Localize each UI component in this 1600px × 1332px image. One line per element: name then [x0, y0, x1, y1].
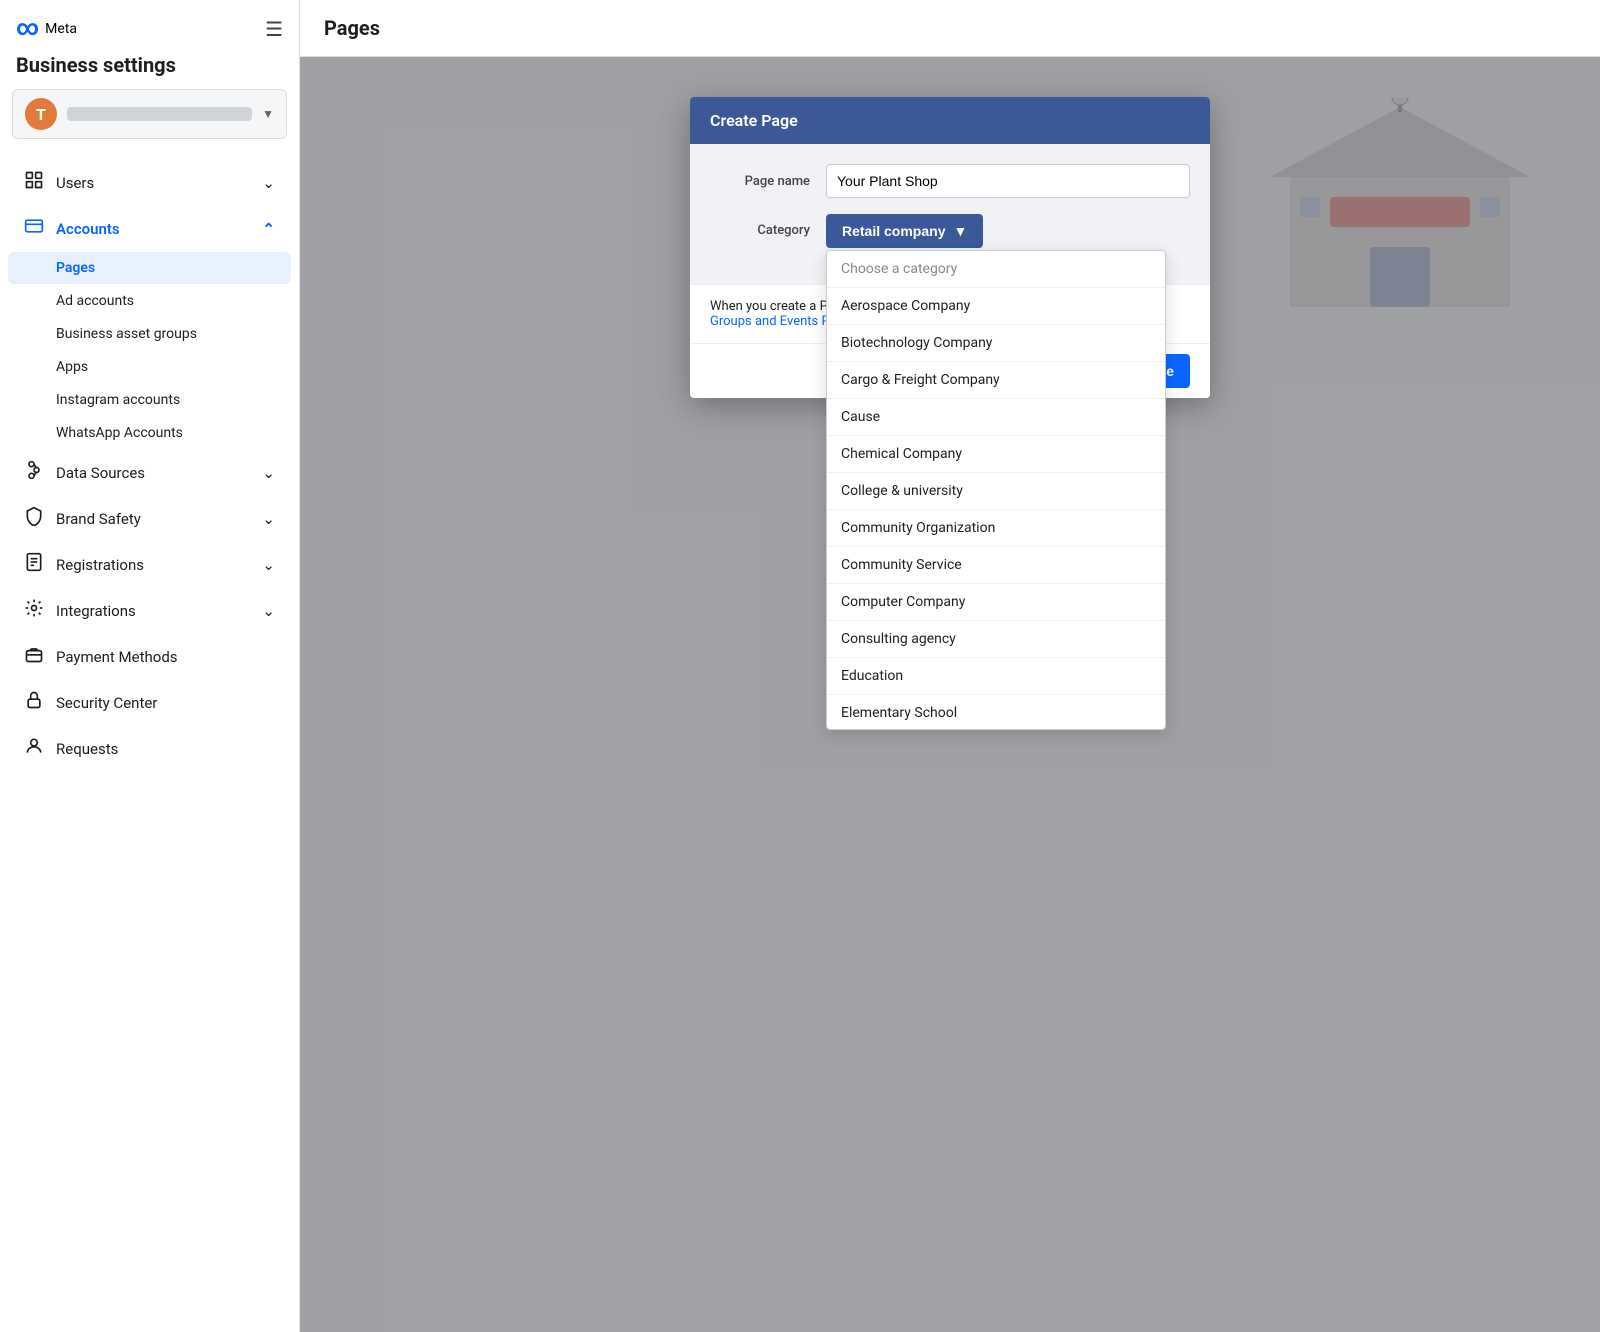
category-row: Category Retail company ▼ Choose a categ… — [710, 214, 1190, 248]
security-center-icon — [24, 690, 44, 715]
registrations-icon — [24, 552, 44, 577]
selected-category-text: Retail company — [842, 223, 945, 239]
brand-safety-icon — [24, 506, 44, 531]
registrations-chevron-icon: ⌄ — [262, 556, 275, 574]
sidebar-item-registrations-label: Registrations — [56, 556, 144, 574]
create-page-modal: Create Page Page name Category Reta — [690, 97, 1210, 398]
main-header: Pages — [300, 0, 1600, 57]
sidebar-item-brand-safety-label: Brand Safety — [56, 510, 141, 528]
sidebar-item-data-sources[interactable]: Data Sources ⌄ — [8, 450, 291, 495]
category-dropdown-list: Choose a category Aerospace Company Biot… — [826, 250, 1166, 730]
business-name — [67, 107, 252, 121]
dropdown-item-community-org[interactable]: Community Organization — [827, 510, 1165, 547]
dropdown-item-consulting[interactable]: Consulting agency — [827, 621, 1165, 658]
requests-icon — [24, 736, 44, 761]
page-name-row: Page name — [710, 164, 1190, 198]
users-chevron-icon: ⌄ — [262, 174, 275, 192]
business-selector[interactable]: T ▼ — [12, 89, 287, 139]
dropdown-item-choose[interactable]: Choose a category — [827, 251, 1165, 288]
sidebar-item-users[interactable]: Users ⌄ — [8, 160, 291, 205]
modal-overlay: Create Page Page name Category Reta — [300, 57, 1600, 1332]
dropdown-item-chemical[interactable]: Chemical Company — [827, 436, 1165, 473]
meta-logo: ∞ Meta — [16, 16, 77, 41]
main-content: Create Page Page name Category Reta — [300, 57, 1600, 1332]
modal-title: Create Page — [710, 111, 798, 130]
data-sources-icon — [24, 460, 44, 485]
modal-header: Create Page — [690, 97, 1210, 144]
dropdown-item-biotech[interactable]: Biotechnology Company — [827, 325, 1165, 362]
dropdown-item-college[interactable]: College & university — [827, 473, 1165, 510]
payment-methods-icon — [24, 644, 44, 669]
category-dropdown-container: Retail company ▼ Choose a category Aeros… — [826, 214, 1190, 248]
modal-body: Page name Category Retail company ▼ — [690, 144, 1210, 284]
sidebar-item-registrations[interactable]: Registrations ⌄ — [8, 542, 291, 587]
sidebar-item-payment-methods[interactable]: Payment Methods — [8, 634, 291, 679]
sidebar-subitem-instagram-accounts[interactable]: Instagram accounts — [8, 384, 291, 416]
category-label: Category — [710, 214, 810, 238]
page-name-input[interactable] — [826, 164, 1190, 198]
sidebar-item-requests-label: Requests — [56, 740, 118, 758]
sidebar-item-accounts-label: Accounts — [56, 220, 120, 238]
dropdown-item-cause[interactable]: Cause — [827, 399, 1165, 436]
sidebar-subitem-whatsapp-accounts[interactable]: WhatsApp Accounts — [8, 417, 291, 449]
dropdown-item-elementary[interactable]: Elementary School — [827, 695, 1165, 730]
category-chevron-icon: ▼ — [953, 223, 967, 239]
sidebar-item-data-sources-label: Data Sources — [56, 464, 145, 482]
hamburger-menu-icon[interactable]: ☰ — [265, 17, 283, 41]
sidebar-subitem-ad-accounts[interactable]: Ad accounts — [8, 285, 291, 317]
sidebar-item-integrations-label: Integrations — [56, 602, 136, 620]
meta-logo-text: Meta — [45, 21, 77, 37]
accounts-icon — [24, 216, 44, 241]
sidebar-item-users-label: Users — [56, 174, 94, 192]
sidebar-item-integrations[interactable]: Integrations ⌄ — [8, 588, 291, 633]
brand-safety-chevron-icon: ⌄ — [262, 510, 275, 528]
sidebar: ∞ Meta ☰ Business settings T ▼ Users ⌄ — [0, 0, 300, 1332]
page-title: Pages — [324, 16, 1576, 40]
sidebar-subitem-business-asset-groups[interactable]: Business asset groups — [8, 318, 291, 350]
dropdown-item-aerospace[interactable]: Aerospace Company — [827, 288, 1165, 325]
sidebar-item-security-center[interactable]: Security Center — [8, 680, 291, 725]
main-area: Pages — [300, 0, 1600, 1332]
dropdown-item-education[interactable]: Education — [827, 658, 1165, 695]
meta-logo-icon: ∞ — [16, 16, 39, 41]
sidebar-item-payment-methods-label: Payment Methods — [56, 648, 178, 666]
page-name-label: Page name — [710, 174, 810, 189]
nav-section: Users ⌄ Accounts ⌃ Pages Ad accounts Bus… — [0, 155, 299, 776]
dropdown-item-computer[interactable]: Computer Company — [827, 584, 1165, 621]
sidebar-item-requests[interactable]: Requests — [8, 726, 291, 771]
accounts-chevron-icon: ⌃ — [262, 220, 275, 238]
sidebar-subitem-pages[interactable]: Pages — [8, 252, 291, 284]
business-avatar: T — [25, 98, 57, 130]
sidebar-item-accounts[interactable]: Accounts ⌃ — [8, 206, 291, 251]
sidebar-subitem-apps[interactable]: Apps — [8, 351, 291, 383]
dropdown-item-cargo[interactable]: Cargo & Freight Company — [827, 362, 1165, 399]
sidebar-title: Business settings — [0, 49, 299, 89]
dropdown-item-community-svc[interactable]: Community Service — [827, 547, 1165, 584]
business-selector-chevron-icon: ▼ — [262, 107, 274, 121]
sidebar-header: ∞ Meta ☰ — [0, 0, 299, 49]
integrations-chevron-icon: ⌄ — [262, 602, 275, 620]
data-sources-chevron-icon: ⌄ — [262, 464, 275, 482]
users-icon — [24, 170, 44, 195]
category-dropdown-button[interactable]: Retail company ▼ — [826, 214, 983, 248]
sidebar-item-security-center-label: Security Center — [56, 694, 157, 712]
sidebar-item-brand-safety[interactable]: Brand Safety ⌄ — [8, 496, 291, 541]
integrations-icon — [24, 598, 44, 623]
